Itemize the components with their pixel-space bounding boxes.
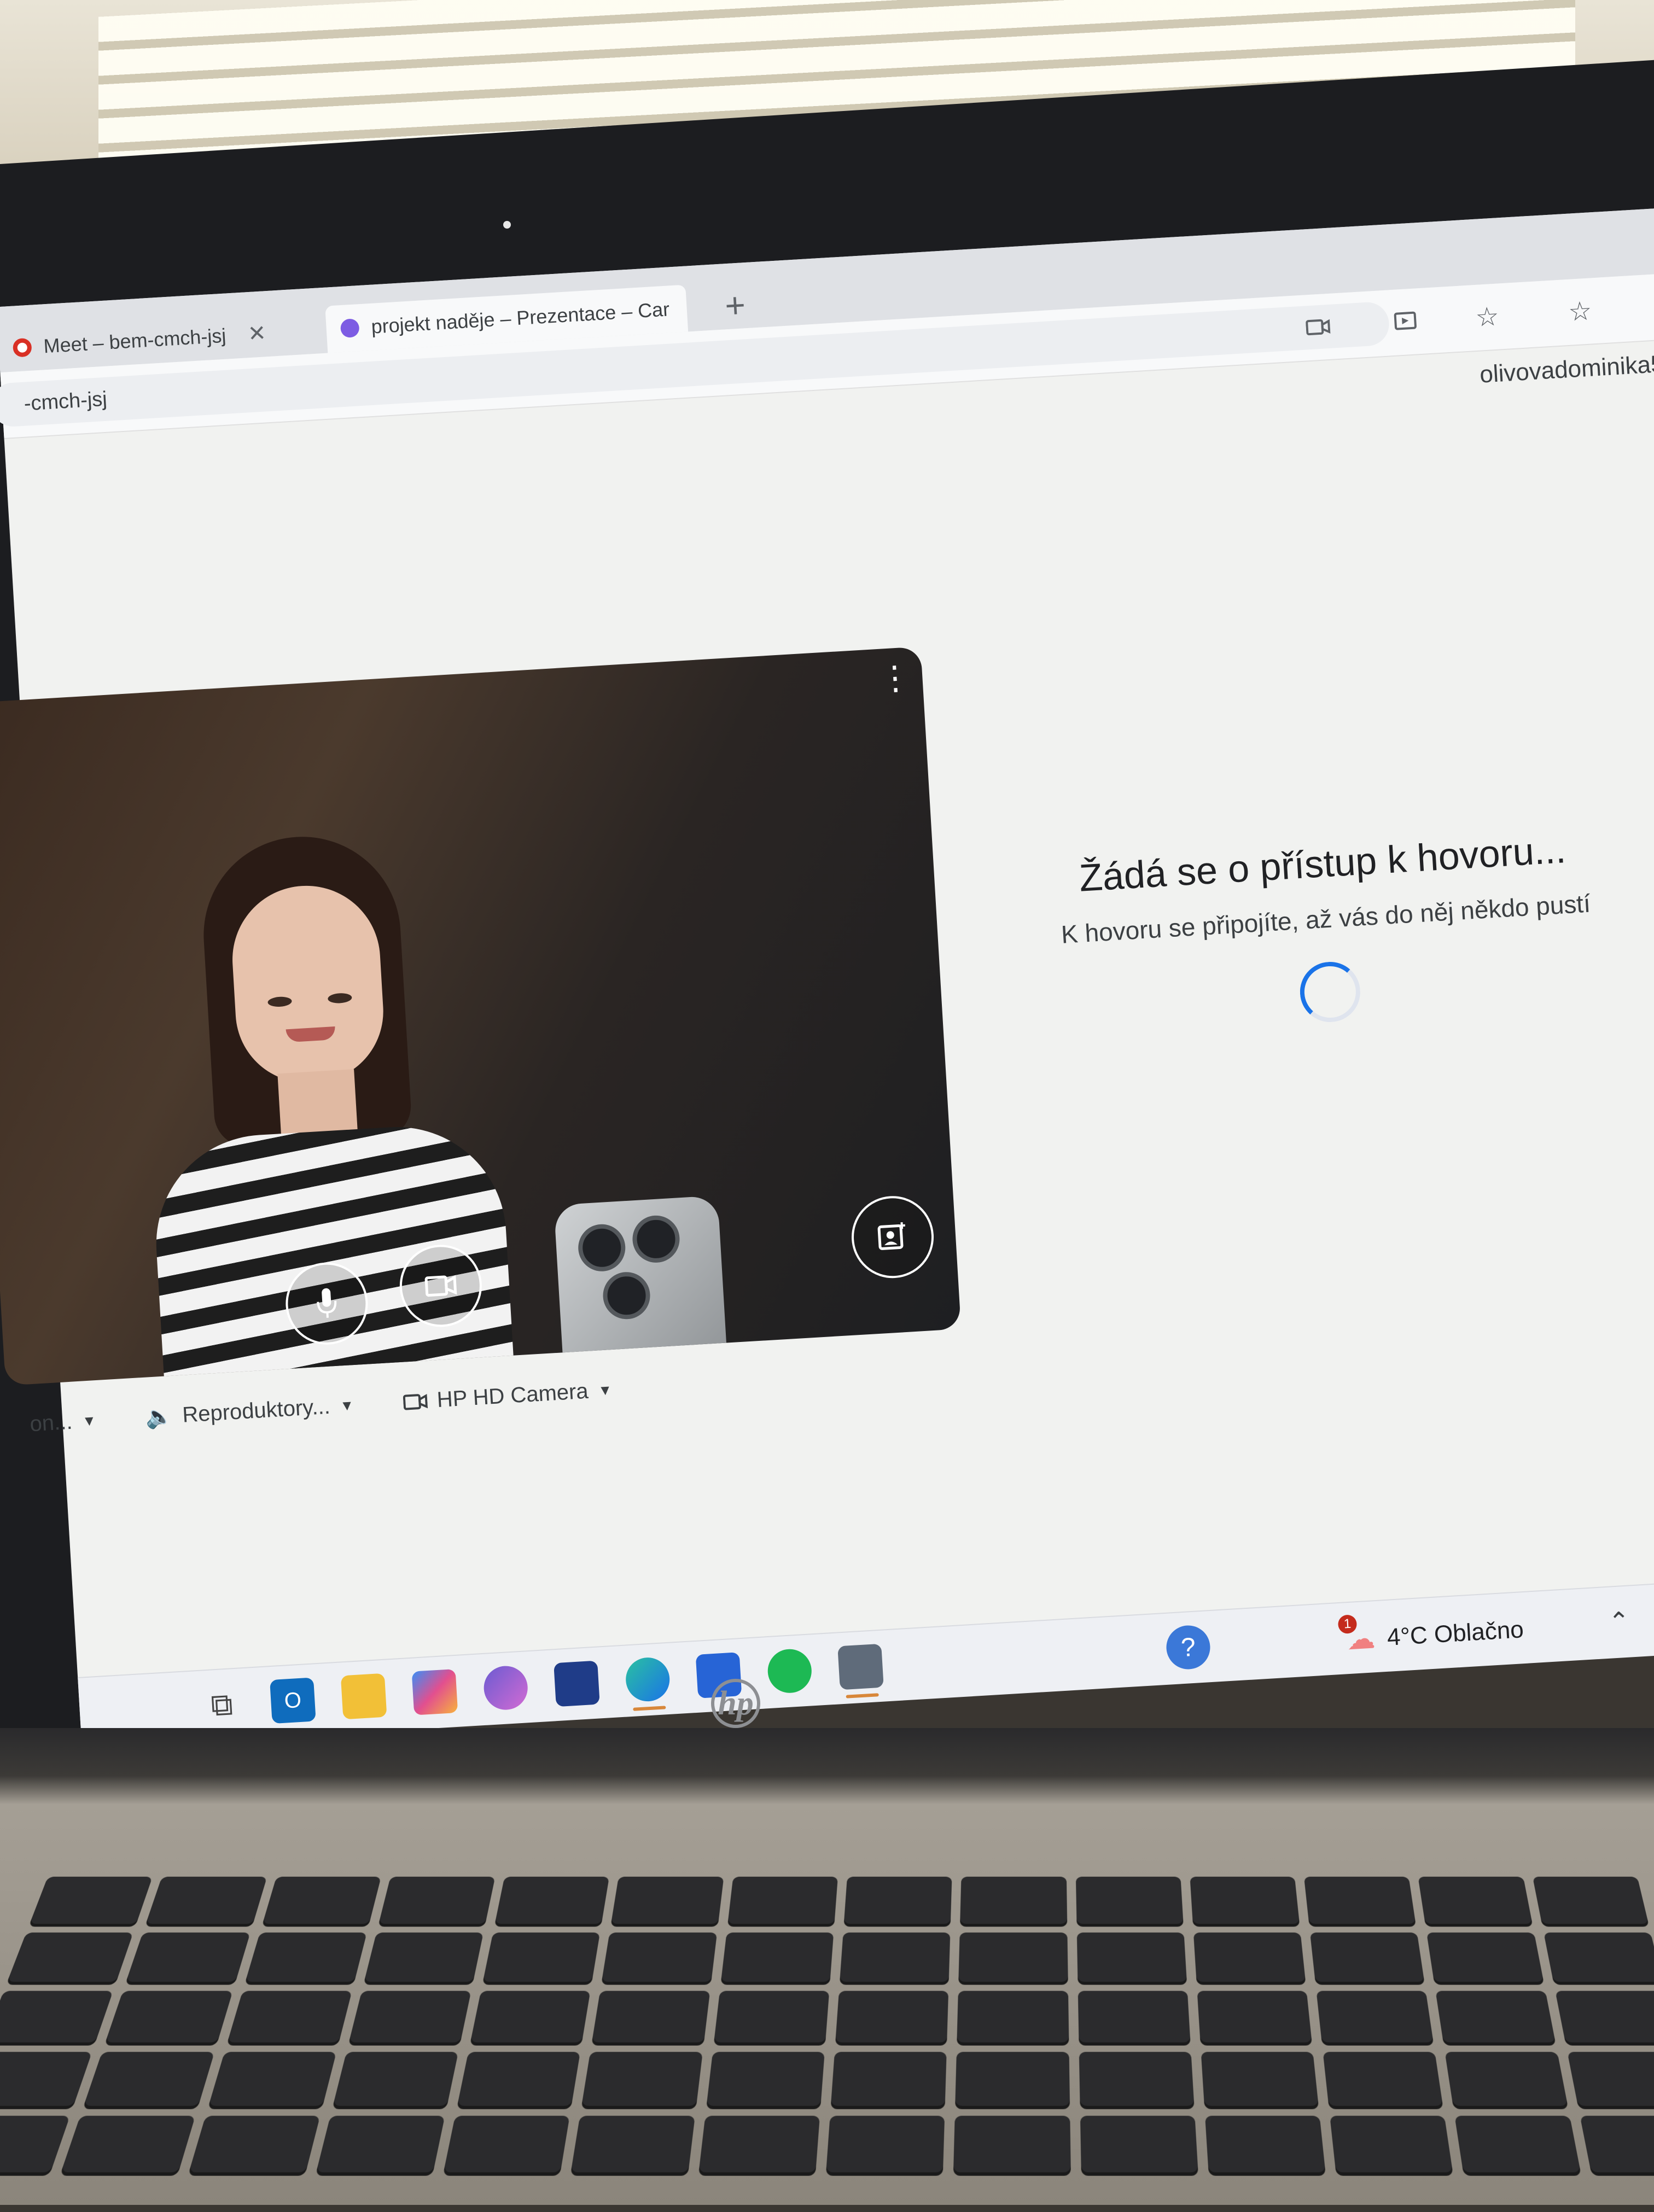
camera-icon <box>403 1392 428 1411</box>
camera-preview: ⋮ <box>0 646 961 1386</box>
more-options-icon[interactable]: ⋮ <box>878 670 896 687</box>
tab-title: Meet – bem-cmch-jsj <box>43 324 226 358</box>
close-icon[interactable]: ✕ <box>247 320 267 347</box>
speaker-select[interactable]: 🔈 Reproduktory... ▼ <box>144 1392 354 1431</box>
keyboard <box>0 1867 1654 2212</box>
m365-icon[interactable] <box>412 1669 458 1715</box>
microphone-select[interactable]: on... ▼ <box>29 1408 97 1437</box>
dropdown-caret-icon: ▼ <box>340 1397 355 1414</box>
camera-app-icon[interactable] <box>837 1644 884 1690</box>
edge-icon[interactable] <box>625 1656 671 1703</box>
dropdown-caret-icon: ▼ <box>81 1412 97 1429</box>
new-tab-button[interactable]: + <box>724 284 747 326</box>
microphone-icon <box>315 1287 339 1321</box>
speaker-icon: 🔈 <box>144 1403 173 1431</box>
phone-in-frame <box>554 1195 728 1385</box>
reading-list-icon[interactable]: ☆ <box>1563 294 1597 329</box>
dropdown-caret-icon: ▼ <box>598 1381 613 1399</box>
device-label: HP HD Camera <box>436 1379 589 1413</box>
copilot-icon[interactable] <box>482 1665 529 1711</box>
outlook-icon[interactable]: O <box>270 1677 316 1724</box>
spotify-icon[interactable] <box>766 1648 813 1694</box>
weather-widget[interactable]: ☁1 4°C Oblačno <box>1346 1613 1524 1656</box>
chevron-up-icon[interactable]: ⌃ <box>1608 1606 1630 1637</box>
star-icon[interactable]: ☆ <box>1470 300 1504 334</box>
windows-taskbar: ⧉ O ? ☁1 4°C Oblačno ⌃ ▭ ☁ <box>78 1577 1654 1749</box>
tab-title: projekt naděje – Prezentace – Car <box>370 297 670 338</box>
recording-icon <box>13 338 32 358</box>
hp-logo: hp <box>711 1679 760 1728</box>
camera-icon[interactable] <box>1301 310 1335 344</box>
visual-effects-button[interactable] <box>849 1194 936 1281</box>
store-icon[interactable] <box>554 1661 600 1707</box>
cloud-icon: ☁1 <box>1346 1622 1376 1656</box>
address-text: -cmch-jsj <box>24 387 108 416</box>
canva-icon <box>340 318 360 338</box>
camera-select[interactable]: HP HD Camera ▼ <box>403 1378 613 1415</box>
device-label: Reproduktory... <box>182 1394 331 1428</box>
task-view-icon[interactable]: ⧉ <box>199 1682 245 1728</box>
account-name: olivovadominika5 <box>1479 351 1654 389</box>
weather-text: 4°C Oblačno <box>1387 1616 1524 1651</box>
visual-effects-icon <box>875 1219 910 1254</box>
system-tray: ⌃ ▭ ☁ <box>1608 1600 1654 1637</box>
device-selectors: on... ▼ 🔈 Reproduktory... ▼ HP HD Camera… <box>29 1377 613 1437</box>
notification-badge: 1 <box>1338 1614 1358 1634</box>
join-request-panel: Žádá se o přístup k hovoru... K hovoru s… <box>1032 825 1621 1039</box>
loading-spinner-icon <box>1298 960 1362 1024</box>
laptop-screen: Meet – bem-cmch-jsj ✕ projekt naděje – P… <box>0 0 1654 1638</box>
file-explorer-icon[interactable] <box>341 1673 387 1720</box>
camera-icon <box>424 1273 458 1299</box>
cast-icon[interactable] <box>1388 305 1423 339</box>
device-label: on... <box>29 1410 73 1437</box>
help-icon[interactable]: ? <box>1165 1624 1212 1671</box>
